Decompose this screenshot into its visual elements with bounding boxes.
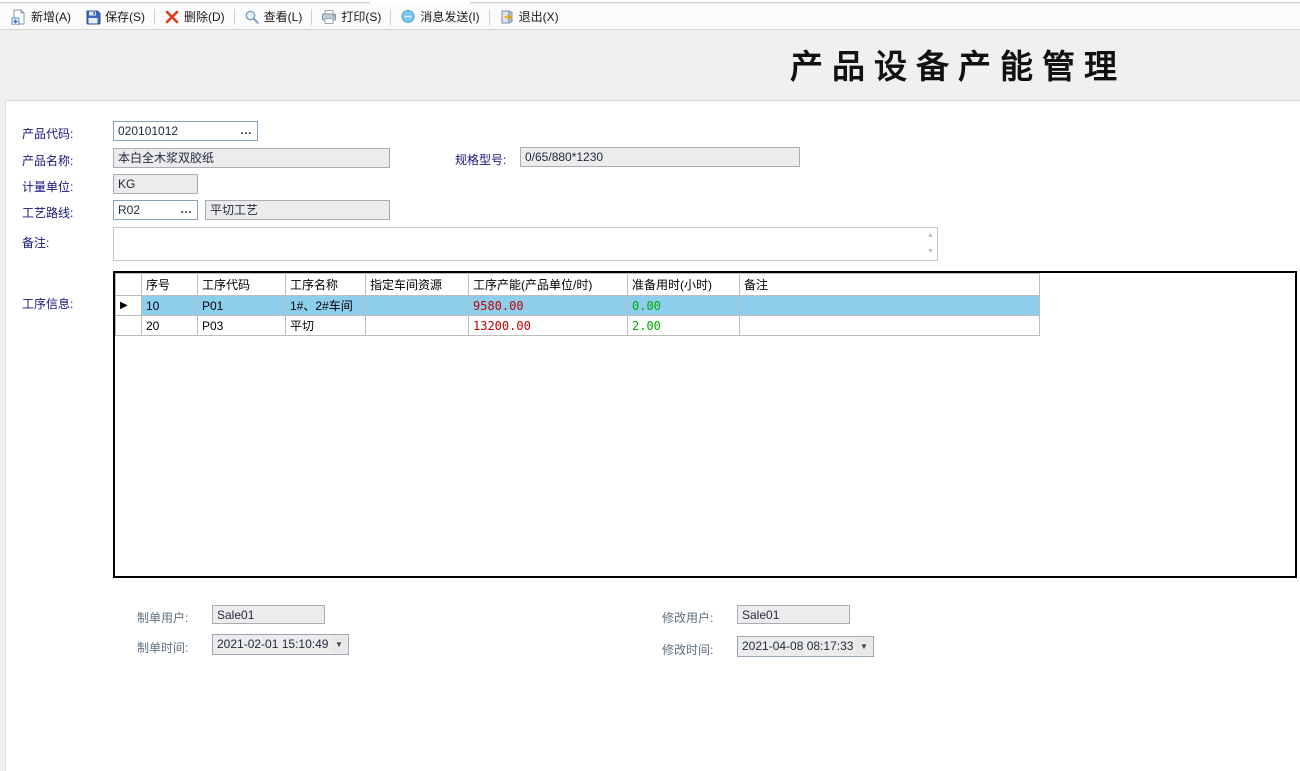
- cell-code[interactable]: P01: [198, 296, 286, 316]
- process-route-name-field[interactable]: 平切工艺: [205, 200, 390, 220]
- grid-col-prep: 准备用时(小时): [628, 274, 740, 296]
- product-code-label: 产品代码:: [22, 125, 73, 142]
- create-time-value: 2021-02-01 15:10:49: [217, 637, 328, 651]
- process-grid: 序号 工序代码 工序名称 指定车间资源 工序产能(产品单位/时) 准备用时(小时…: [115, 273, 1040, 336]
- save-button[interactable]: 保存(S): [78, 6, 152, 27]
- delete-icon: [164, 9, 180, 25]
- view-button-label: 查看(L): [264, 8, 303, 25]
- cell-name[interactable]: 平切: [286, 316, 366, 336]
- table-row[interactable]: 20 P03 平切 13200.00 2.00: [116, 316, 1040, 336]
- spec-model-value: 0/65/880*1230: [525, 150, 603, 164]
- toolbar: 新增(A) 保存(S) 删除(D) 查看(L) 打印(S): [0, 4, 1300, 30]
- process-route-browse-button[interactable]: …: [180, 201, 193, 217]
- cell-seq[interactable]: 20: [142, 316, 198, 336]
- process-route-code-field[interactable]: R02 …: [113, 200, 198, 220]
- cell-remark[interactable]: [740, 296, 1040, 316]
- toolbar-separator: [489, 9, 490, 25]
- save-button-label: 保存(S): [105, 8, 145, 25]
- grid-col-code: 工序代码: [198, 274, 286, 296]
- toolbar-separator: [154, 9, 155, 25]
- view-icon: [244, 9, 260, 25]
- create-time-combo[interactable]: 2021-02-01 15:10:49 ▼: [212, 634, 349, 655]
- creator-label: 制单用户:: [137, 609, 188, 626]
- print-button[interactable]: 打印(S): [314, 6, 388, 27]
- delete-button-label: 删除(D): [184, 8, 225, 25]
- cell-remark[interactable]: [740, 316, 1040, 336]
- toolbar-separator: [234, 9, 235, 25]
- process-info-label: 工序信息:: [22, 295, 73, 312]
- process-route-code-value: R02: [118, 203, 140, 217]
- product-name-value: 本白全木浆双胶纸: [118, 151, 214, 165]
- grid-col-workshop: 指定车间资源: [366, 274, 469, 296]
- tab-strip-edge: [0, 0, 1300, 3]
- delete-button[interactable]: 删除(D): [157, 6, 232, 27]
- modifier-label: 修改用户:: [662, 609, 713, 626]
- remark-label: 备注:: [22, 234, 49, 251]
- grid-selector-header: [116, 274, 142, 296]
- spinner-up-icon[interactable]: ▲: [925, 229, 936, 243]
- exit-button-label: 退出(X): [519, 8, 559, 25]
- modifier-value: Sale01: [742, 608, 779, 622]
- create-time-label: 制单时间:: [137, 639, 188, 656]
- process-route-name-value: 平切工艺: [210, 203, 258, 217]
- toolbar-separator: [311, 9, 312, 25]
- spec-model-field[interactable]: 0/65/880*1230: [520, 147, 800, 167]
- cell-capacity[interactable]: 13200.00: [469, 316, 628, 336]
- grid-col-name: 工序名称: [286, 274, 366, 296]
- toolbar-separator: [390, 9, 391, 25]
- modify-time-value: 2021-04-08 08:17:33: [742, 639, 853, 653]
- spinner-down-icon[interactable]: ▼: [925, 245, 936, 259]
- unit-field[interactable]: KG: [113, 174, 198, 194]
- cell-code[interactable]: P03: [198, 316, 286, 336]
- grid-col-remark: 备注: [740, 274, 1040, 296]
- remark-field[interactable]: ▲ ▼: [113, 227, 938, 261]
- new-button-label: 新增(A): [31, 8, 71, 25]
- cell-workshop[interactable]: [366, 296, 469, 316]
- modify-time-label: 修改时间:: [662, 641, 713, 658]
- grid-header-row: 序号 工序代码 工序名称 指定车间资源 工序产能(产品单位/时) 准备用时(小时…: [116, 274, 1040, 296]
- cell-name[interactable]: 1#、2#车间: [286, 296, 366, 316]
- unit-value: KG: [118, 177, 135, 191]
- chevron-down-icon[interactable]: ▼: [856, 638, 872, 655]
- message-send-button[interactable]: 消息发送(I): [393, 6, 486, 27]
- chevron-down-icon[interactable]: ▼: [331, 636, 347, 653]
- product-name-label: 产品名称:: [22, 152, 73, 169]
- message-send-button-label: 消息发送(I): [420, 8, 479, 25]
- row-marker-icon: ▶: [116, 296, 142, 316]
- page-title: 产品设备产能管理: [790, 40, 1126, 88]
- cell-capacity[interactable]: 9580.00: [469, 296, 628, 316]
- cell-prep[interactable]: 2.00: [628, 316, 740, 336]
- modify-time-combo[interactable]: 2021-04-08 08:17:33 ▼: [737, 636, 874, 657]
- grid-col-seq: 序号: [142, 274, 198, 296]
- table-row[interactable]: ▶ 10 P01 1#、2#车间 9580.00 0.00: [116, 296, 1040, 316]
- save-icon: [85, 9, 101, 25]
- row-selector[interactable]: [116, 316, 142, 336]
- cell-seq[interactable]: 10: [142, 296, 198, 316]
- exit-button[interactable]: 退出(X): [492, 6, 566, 27]
- spec-model-label: 规格型号:: [455, 151, 506, 168]
- cell-prep[interactable]: 0.00: [628, 296, 740, 316]
- unit-label: 计量单位:: [22, 178, 73, 195]
- print-icon: [321, 9, 337, 25]
- exit-icon: [499, 9, 515, 25]
- product-name-field[interactable]: 本白全木浆双胶纸: [113, 148, 390, 168]
- modifier-field[interactable]: Sale01: [737, 605, 850, 624]
- product-code-field[interactable]: 020101012 …: [113, 121, 258, 141]
- message-icon: [400, 9, 416, 25]
- view-button[interactable]: 查看(L): [237, 6, 310, 27]
- creator-field[interactable]: Sale01: [212, 605, 325, 624]
- app-window: 新增(A) 保存(S) 删除(D) 查看(L) 打印(S): [0, 0, 1300, 771]
- grid-col-capacity: 工序产能(产品单位/时): [469, 274, 628, 296]
- print-button-label: 打印(S): [341, 8, 381, 25]
- product-code-value: 020101012: [118, 124, 178, 138]
- process-route-label: 工艺路线:: [22, 204, 73, 221]
- process-grid-container: 序号 工序代码 工序名称 指定车间资源 工序产能(产品单位/时) 准备用时(小时…: [113, 271, 1297, 578]
- cell-workshop[interactable]: [366, 316, 469, 336]
- new-document-icon: [11, 9, 27, 25]
- product-code-browse-button[interactable]: …: [240, 122, 253, 138]
- creator-value: Sale01: [217, 608, 254, 622]
- new-button[interactable]: 新增(A): [4, 6, 78, 27]
